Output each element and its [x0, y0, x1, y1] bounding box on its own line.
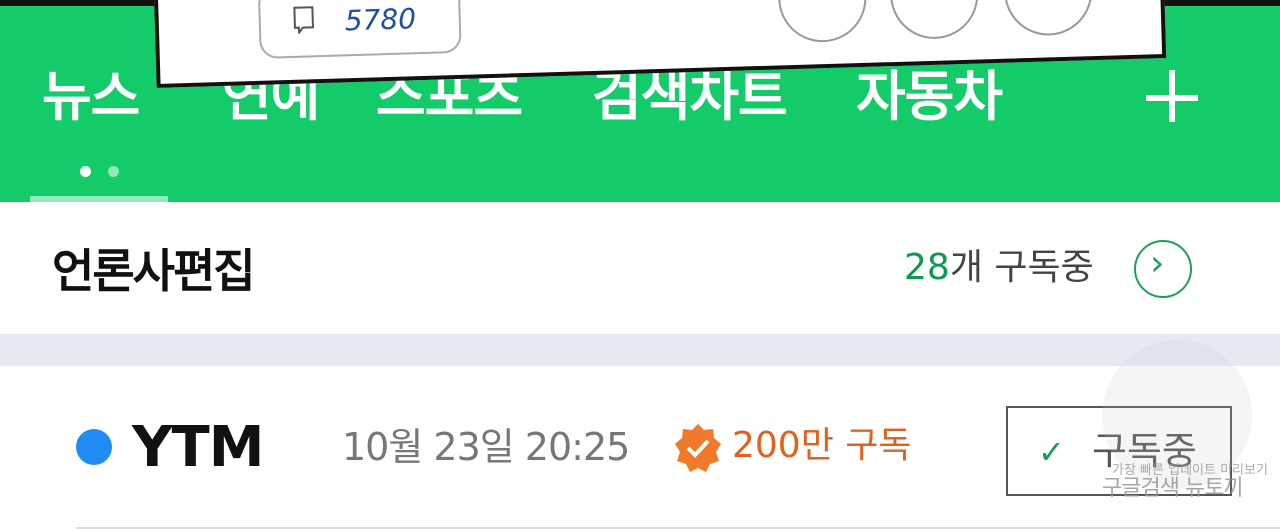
verified-badge-icon: [675, 424, 721, 472]
bookmark-icon[interactable]: [888, 0, 980, 41]
tab-car[interactable]: 자동차: [856, 70, 1003, 124]
comment-count: 5780: [344, 2, 417, 38]
page-indicator-dot: [108, 166, 119, 177]
subscription-suffix: 개 구독중: [949, 247, 1094, 288]
share-icon[interactable]: [777, 0, 868, 44]
comment-icon: [293, 6, 314, 34]
publisher-timestamp: 10월 23일 20:25: [342, 425, 630, 469]
section-title: 언론사편집: [52, 244, 256, 298]
subscriber-count: 200만 구독: [732, 425, 912, 466]
publisher-name[interactable]: YTM: [132, 420, 264, 476]
publisher-status-dot: [76, 429, 112, 465]
subscription-count: 28: [904, 247, 950, 288]
section-divider: [0, 334, 1280, 366]
watermark-line2: 구글검색 뉴토끼: [1102, 476, 1244, 501]
comment-chip[interactable]: 5780: [257, 0, 462, 59]
page-indicator-dot-active: [80, 166, 91, 177]
check-icon: ✓: [1038, 433, 1065, 471]
chevron-right-icon[interactable]: ›: [1134, 240, 1192, 298]
tab-news[interactable]: 뉴스: [42, 70, 140, 124]
more-icon[interactable]: [1002, 0, 1094, 37]
subscription-summary[interactable]: 28개 구독중: [904, 250, 1094, 286]
tab-search-chart[interactable]: 검색차트: [592, 70, 788, 124]
plus-icon[interactable]: [1146, 70, 1202, 126]
